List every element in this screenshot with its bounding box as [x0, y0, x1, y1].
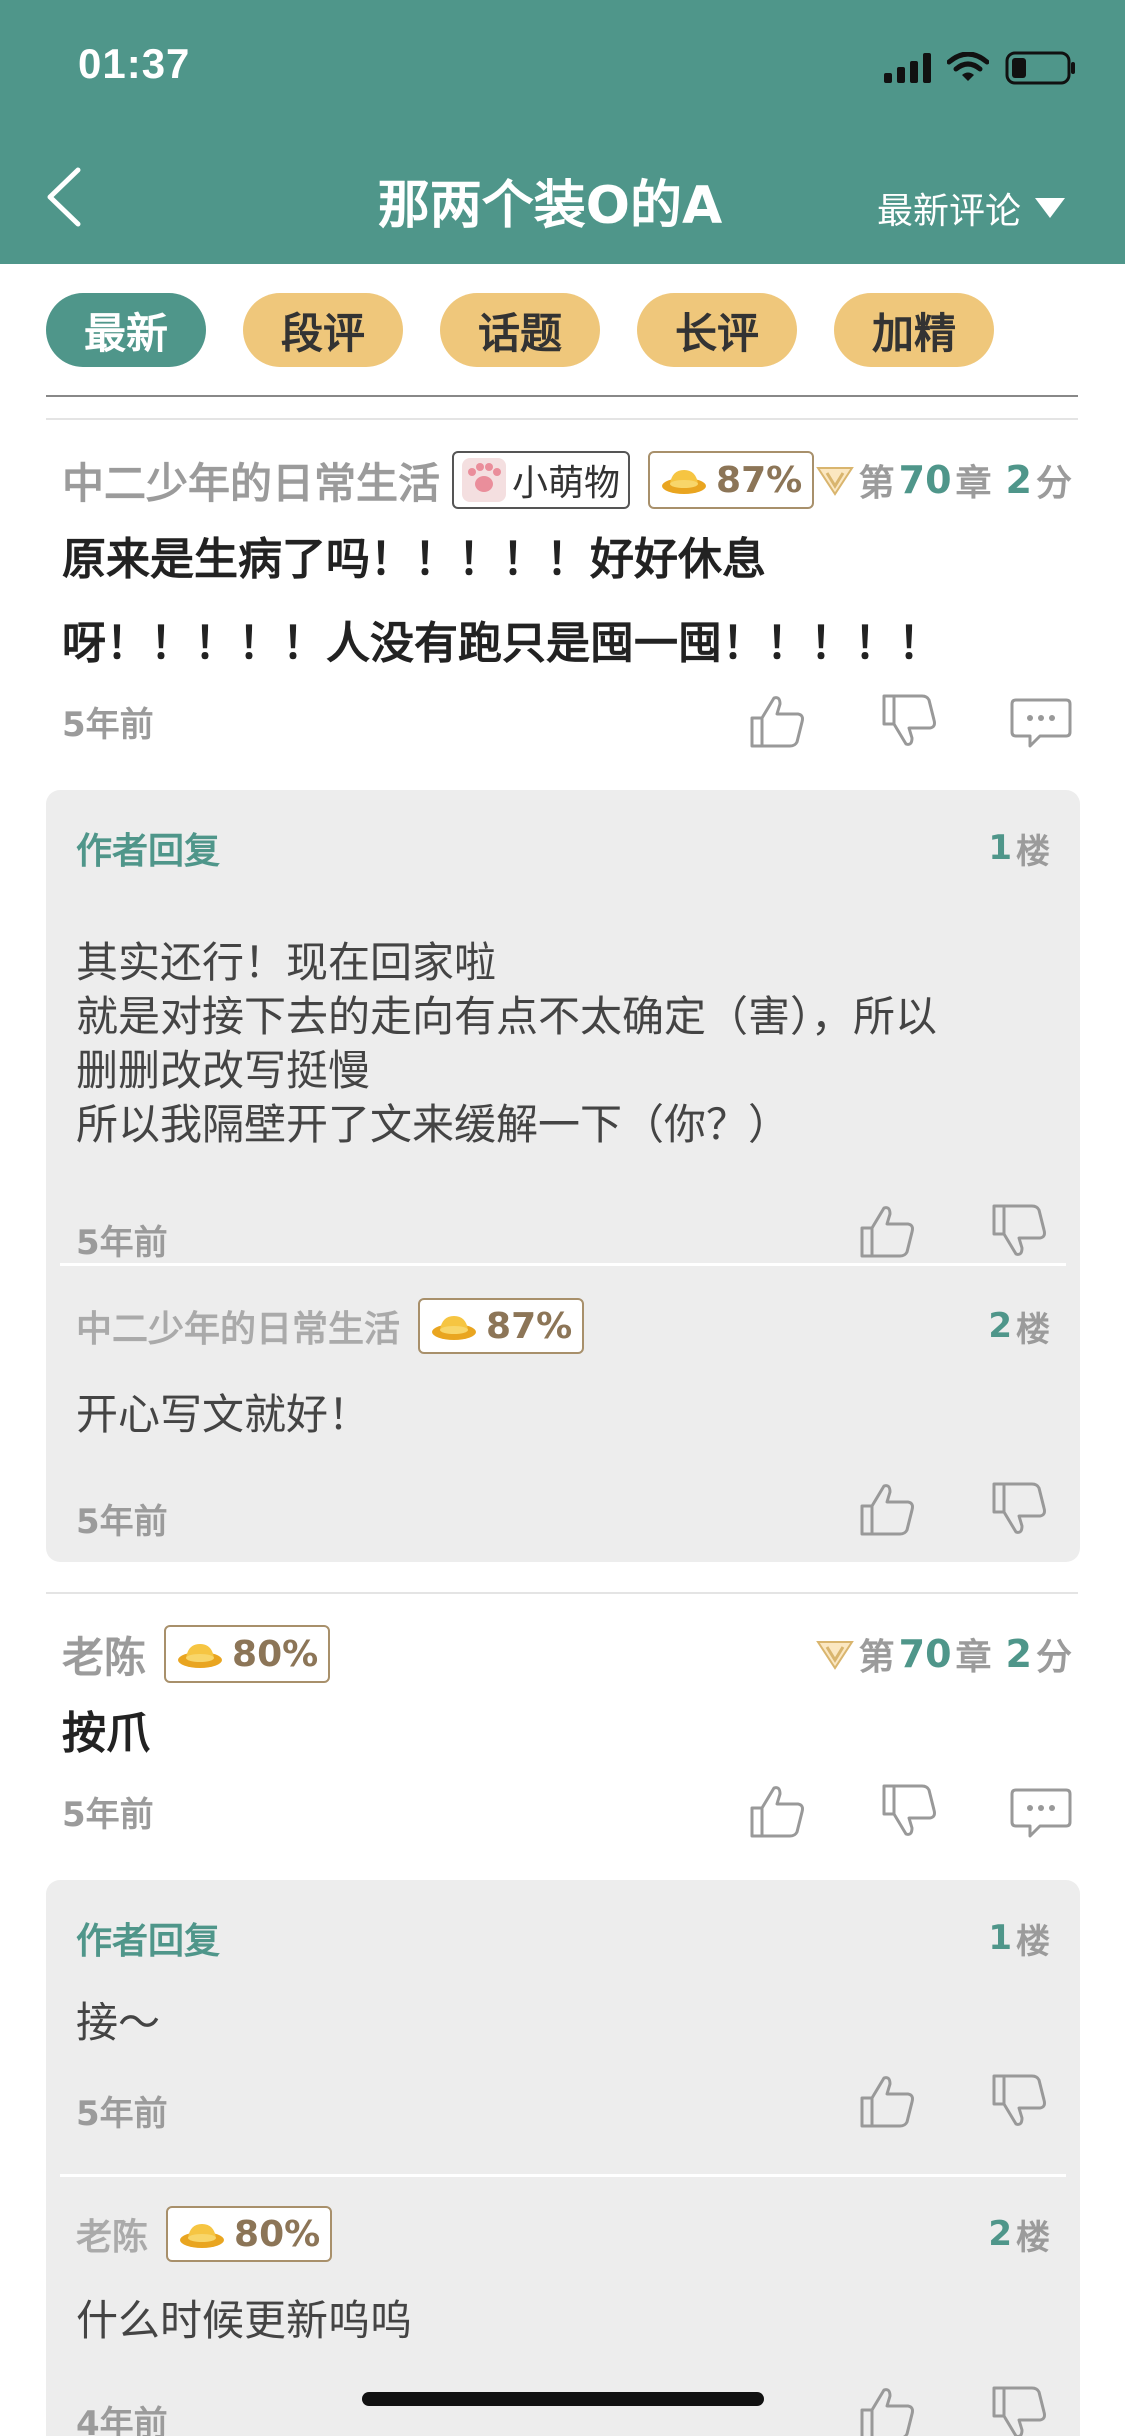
author-reply-label: 作者回复: [76, 831, 221, 872]
floor-number: 1楼: [988, 1918, 1050, 1962]
reply-time: 5年前: [76, 1223, 168, 1263]
gold-ingot-icon: [178, 1644, 223, 1668]
wifi-icon: [947, 52, 989, 81]
reply-item: 中二少年的日常生活 87% 2楼 开心写文就好！ 5年前: [76, 1298, 1050, 1542]
reply-time: 5年前: [76, 2094, 168, 2134]
back-icon[interactable]: [36, 160, 96, 230]
user-title-badge: 小萌物: [452, 451, 631, 509]
gold-rate-badge: 87%: [418, 1298, 585, 1354]
reply-text: 开心写文就好！: [76, 1390, 371, 1439]
thumbs-up-icon[interactable]: [856, 1200, 918, 1262]
gold-percent: 87%: [716, 459, 803, 501]
battery-icon: [1005, 51, 1075, 85]
thumbs-down-icon[interactable]: [988, 1478, 1050, 1540]
gold-rate-badge: 87%: [648, 451, 815, 509]
reply-bubble-icon[interactable]: [1010, 1780, 1072, 1842]
comment-divider: [46, 418, 1078, 420]
comment-item: 中二少年的日常生活 小萌物 87% 第 70 章 2 分 原来是生病了吗！！！！…: [62, 450, 1072, 760]
tab-topic[interactable]: 话题: [440, 293, 600, 367]
reply-username[interactable]: 中二少年的日常生活: [76, 1300, 400, 1352]
thumbs-down-icon[interactable]: [878, 1780, 940, 1842]
reply-time: 5年前: [76, 1502, 168, 1542]
status-icons: [884, 48, 1077, 88]
reply-text: 其实还行！现在回家啦 就是对接下去的走向有点不太确定（害），所以 删删改改写挺慢…: [76, 938, 938, 1149]
thumbs-up-icon[interactable]: [856, 2070, 918, 2132]
reply-time: 4年前: [76, 2404, 168, 2436]
vip-v-icon: [815, 1641, 854, 1670]
thumbs-down-icon[interactable]: [988, 1200, 1050, 1262]
floor-number: 2楼: [988, 2214, 1050, 2258]
tabs-divider: [46, 395, 1078, 397]
thumbs-down-icon[interactable]: [988, 2382, 1050, 2436]
comment-item: 老陈 80% 第 70 章 2 分 按爪 5年前: [62, 1624, 1072, 1850]
reply-username[interactable]: 老陈: [76, 2208, 148, 2260]
reply-divider: [60, 2174, 1066, 2177]
reply-item: 作者回复 1楼 接～ 5年前: [76, 1910, 1050, 2150]
gold-percent: 80%: [232, 1633, 319, 1675]
filter-tabs: 最新 段评 话题 长评 加精: [46, 293, 994, 367]
gold-ingot-icon: [432, 1316, 477, 1340]
sort-label: 最新评论: [876, 191, 1021, 232]
tab-featured[interactable]: 加精: [834, 293, 994, 367]
status-time: 01:37: [78, 40, 191, 87]
tab-long-review[interactable]: 长评: [637, 293, 797, 367]
page-title: 那两个装O的A: [377, 176, 723, 236]
reply-thread: 作者回复 1楼 接～ 5年前 老陈 80% 2楼 什么时候更新呜呜 4年前: [46, 1880, 1080, 2436]
chapter-info: 第 70 章 2 分: [815, 1624, 1072, 1684]
gold-rate-badge: 80%: [164, 1625, 331, 1683]
thumbs-down-icon[interactable]: [988, 2070, 1050, 2132]
gold-ingot-icon: [662, 470, 707, 494]
reply-item: 作者回复 1楼 其实还行！现在回家啦 就是对接下去的走向有点不太确定（害），所以…: [76, 820, 1050, 1263]
dropdown-triangle-icon: [1035, 198, 1065, 218]
badge-label: 小萌物: [512, 463, 621, 504]
floor-number: 2楼: [988, 1306, 1050, 1350]
top-bar: 01:37 那两个装O的A 最新评论: [0, 0, 1125, 264]
reply-text: 接～: [76, 1998, 161, 2047]
gold-percent: 80%: [234, 2213, 321, 2255]
reply-thread: 作者回复 1楼 其实还行！现在回家啦 就是对接下去的走向有点不太确定（害），所以…: [46, 790, 1080, 1562]
comment-username[interactable]: 老陈: [62, 1624, 146, 1685]
floor-number: 1楼: [988, 828, 1050, 872]
gold-ingot-icon: [180, 2224, 225, 2248]
thumbs-up-icon[interactable]: [856, 1478, 918, 1540]
reply-text: 什么时候更新呜呜: [76, 2296, 413, 2345]
tab-latest[interactable]: 最新: [46, 293, 206, 367]
comment-username[interactable]: 中二少年的日常生活: [62, 450, 440, 511]
gold-percent: 87%: [486, 1305, 573, 1347]
thumbs-up-icon[interactable]: [746, 1780, 808, 1842]
reply-bubble-icon[interactable]: [1010, 690, 1072, 752]
tab-paragraph[interactable]: 段评: [243, 293, 403, 367]
sort-dropdown[interactable]: 最新评论: [877, 182, 1065, 234]
comment-text: 按爪: [62, 1708, 150, 1759]
vip-v-icon: [815, 467, 854, 496]
thumbs-up-icon[interactable]: [856, 2382, 918, 2436]
home-indicator[interactable]: [362, 2392, 764, 2406]
comment-divider: [46, 1592, 1078, 1594]
reply-divider: [60, 1263, 1066, 1266]
thumbs-up-icon[interactable]: [746, 690, 808, 752]
comment-text: 原来是生病了吗！！！！！好好休息 呀！！！！！人没有跑只是囤一囤！！！！！: [62, 534, 942, 669]
paw-icon: [462, 458, 507, 502]
chapter-info: 第 70 章 2 分: [815, 450, 1072, 510]
author-reply-label: 作者回复: [76, 1921, 221, 1962]
signal-icon: [884, 53, 931, 83]
thumbs-down-icon[interactable]: [878, 690, 940, 752]
gold-rate-badge: 80%: [166, 2206, 333, 2262]
